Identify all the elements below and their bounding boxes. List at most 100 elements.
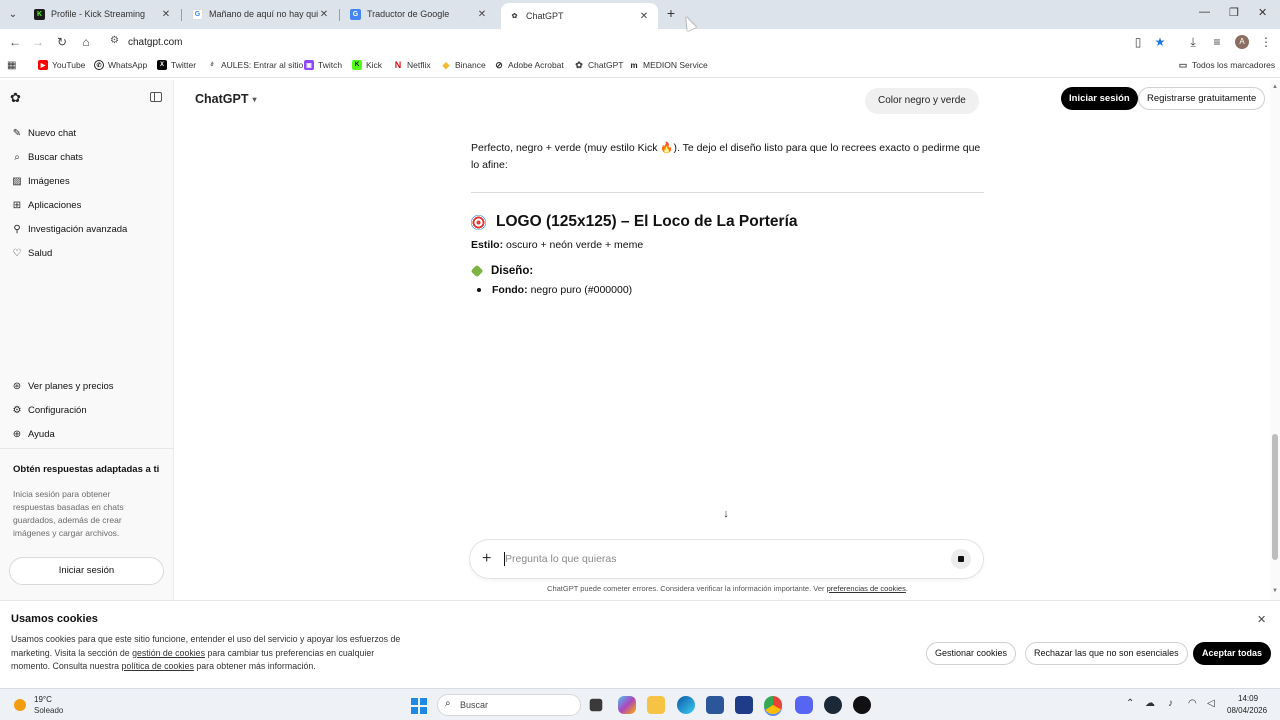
address-bar[interactable]: ⚙ chatgpt.com bbox=[104, 31, 1174, 53]
clock-time[interactable]: 14:09 bbox=[1238, 694, 1258, 703]
weather-condition[interactable]: Soleado bbox=[34, 706, 63, 715]
bookmark-whatsapp[interactable]: ✆ WhatsApp bbox=[94, 60, 147, 70]
register-button[interactable]: Registrarse gratuitamente bbox=[1138, 87, 1266, 110]
sidebar-item-new-chat[interactable]: ✎ Nuevo chat bbox=[11, 125, 76, 141]
maximize-icon[interactable]: ❐ bbox=[1229, 6, 1239, 19]
reload-icon[interactable]: ↻ bbox=[54, 34, 70, 50]
new-tab-button[interactable]: + bbox=[663, 5, 679, 21]
stop-generating-button[interactable] bbox=[951, 549, 971, 569]
tab-close-icon[interactable]: ✕ bbox=[476, 9, 488, 20]
forward-icon[interactable]: → bbox=[30, 34, 46, 50]
store-icon[interactable] bbox=[735, 696, 753, 714]
chrome-icon[interactable] bbox=[764, 696, 782, 714]
bookmark-youtube[interactable]: ▶ YouTube bbox=[38, 60, 85, 70]
login-button[interactable]: Iniciar sesión bbox=[1061, 87, 1138, 110]
bookmark-binance[interactable]: ◆ Binance bbox=[441, 60, 486, 70]
bookmark-kick[interactable]: K Kick bbox=[352, 60, 382, 70]
sidebar-item-apps[interactable]: ⊞ Aplicaciones bbox=[11, 197, 82, 213]
tab-google-search[interactable]: G Mañano de aquí no hay quien ✕ bbox=[184, 3, 338, 25]
volume-icon[interactable]: ◁ bbox=[1207, 698, 1215, 709]
sidebar-item-deep-research[interactable]: ⚲ Investigación avanzada bbox=[11, 221, 127, 237]
sidebar-login-button[interactable]: Iniciar sesión bbox=[9, 557, 164, 585]
bookmark-label: WhatsApp bbox=[108, 60, 148, 70]
sidebar-item-search-chats[interactable]: ⌕ Buscar chats bbox=[11, 149, 83, 165]
tab-chatgpt[interactable]: ✿ ChatGPT ✕ bbox=[501, 3, 658, 29]
bookmark-star-icon[interactable]: ★ bbox=[1152, 34, 1168, 50]
scroll-down-button[interactable]: ↓ bbox=[716, 504, 736, 524]
media-controls-icon[interactable]: ≡ bbox=[1209, 34, 1225, 50]
browser-toolbar: ← → ↻ ⌂ ⚙ chatgpt.com ▯ ★ ⤓ ≡ A ⋮ bbox=[0, 29, 1280, 56]
site-info-icon[interactable]: ⚙ bbox=[110, 35, 119, 46]
chat-title-chip[interactable]: Color negro y verde bbox=[865, 88, 979, 114]
scroll-up-arrow-icon[interactable]: ▲ bbox=[1272, 84, 1278, 90]
sidebar-item-plans[interactable]: ⊛ Ver planes y precios bbox=[11, 378, 114, 394]
sidebar-toggle-icon[interactable] bbox=[150, 92, 162, 102]
bookmark-adobe[interactable]: ⊘ Adobe Acrobat bbox=[494, 60, 564, 70]
sidebar-item-images[interactable]: ▨ Imágenes bbox=[11, 173, 69, 189]
bookmark-netflix[interactable]: N Netflix bbox=[393, 60, 431, 70]
cookie-close-icon[interactable]: ✕ bbox=[1257, 613, 1266, 626]
more-menu-icon[interactable]: ⋮ bbox=[1258, 34, 1274, 50]
profile-avatar[interactable]: A bbox=[1235, 35, 1249, 49]
model-selector[interactable]: ChatGPT ▾ bbox=[195, 92, 257, 106]
page-scrollbar[interactable]: ▲ ▼ bbox=[1270, 80, 1280, 600]
sidebar-item-help[interactable]: ⊕ Ayuda bbox=[11, 426, 55, 442]
sidebar-item-health[interactable]: ♡ Salud bbox=[11, 245, 53, 261]
copilot-icon[interactable] bbox=[618, 696, 636, 714]
taskbar-search[interactable]: ⌕ Buscar bbox=[437, 694, 581, 716]
page-icon[interactable]: ▯ bbox=[1130, 34, 1146, 50]
tab-close-icon[interactable]: ✕ bbox=[318, 9, 330, 20]
calculator-icon[interactable] bbox=[706, 696, 724, 714]
edge-icon[interactable] bbox=[677, 696, 695, 714]
sidebar-item-label: Buscar chats bbox=[28, 151, 83, 163]
task-view-icon[interactable] bbox=[589, 698, 603, 712]
clock-date[interactable]: 08/04/2026 bbox=[1227, 706, 1267, 715]
cookie-management-link[interactable]: gestión de cookies bbox=[132, 648, 205, 658]
minimize-icon[interactable]: — bbox=[1199, 6, 1210, 18]
reject-cookies-button[interactable]: Rechazar las que no son esenciales bbox=[1025, 642, 1188, 665]
cookie-policy-link[interactable]: política de cookies bbox=[122, 661, 194, 671]
aules-icon: ∂ bbox=[207, 60, 217, 70]
microphone-icon[interactable]: ♪ bbox=[1168, 698, 1173, 709]
tab-search-menu-icon[interactable]: ⌄ bbox=[4, 5, 22, 23]
all-bookmarks[interactable]: ▭ Todos los marcadores bbox=[1178, 60, 1275, 70]
discord-icon[interactable] bbox=[795, 696, 813, 714]
accept-cookies-button[interactable]: Aceptar todas bbox=[1193, 642, 1272, 665]
chatgpt-logo-icon[interactable]: ✿ bbox=[10, 90, 26, 106]
bookmark-twitter[interactable]: X Twitter bbox=[157, 60, 196, 70]
sun-icon[interactable] bbox=[14, 699, 26, 711]
weather-temperature[interactable]: 19°C bbox=[34, 695, 52, 704]
apps-grid-icon[interactable]: ▦ bbox=[7, 60, 16, 71]
home-icon[interactable]: ⌂ bbox=[78, 34, 94, 50]
window-close-icon[interactable]: ✕ bbox=[1258, 6, 1267, 19]
app-icon[interactable] bbox=[853, 696, 871, 714]
windows-start-icon[interactable] bbox=[411, 698, 427, 714]
steam-icon[interactable] bbox=[824, 696, 842, 714]
download-icon[interactable]: ⤓ bbox=[1185, 34, 1201, 50]
attach-plus-icon[interactable]: + bbox=[482, 549, 491, 569]
scrollbar-thumb[interactable] bbox=[1272, 434, 1278, 560]
disclaimer-end: . bbox=[905, 584, 908, 593]
bookmark-label: Todos los marcadores bbox=[1192, 60, 1276, 70]
twitch-icon: ▣ bbox=[304, 60, 314, 70]
scroll-down-arrow-icon[interactable]: ▼ bbox=[1272, 588, 1278, 594]
prompt-input[interactable] bbox=[505, 549, 925, 569]
bookmark-aules[interactable]: ∂ AULES: Entrar al sitio bbox=[207, 60, 303, 70]
apps-icon: ⊞ bbox=[12, 199, 22, 211]
bookmark-chatgpt[interactable]: ✿ ChatGPT bbox=[574, 60, 623, 70]
sidebar-item-settings[interactable]: ⚙ Configuración bbox=[11, 402, 87, 418]
bookmark-medion[interactable]: m MEDION Service bbox=[629, 60, 708, 70]
tab-kick[interactable]: K Profile - Kick Streaming ✕ bbox=[26, 3, 180, 25]
tab-close-icon[interactable]: ✕ bbox=[160, 9, 172, 20]
back-icon[interactable]: ← bbox=[7, 34, 23, 50]
cookie-preferences-link[interactable]: preferencias de cookies bbox=[827, 584, 906, 593]
wifi-icon[interactable]: ◠ bbox=[1188, 698, 1197, 709]
tab-close-icon[interactable]: ✕ bbox=[638, 11, 650, 22]
logo-heading-text: LOGO (125x125) – El Loco de La Portería bbox=[496, 213, 798, 230]
tray-network-app-icon[interactable]: ☁ bbox=[1145, 698, 1155, 709]
file-explorer-icon[interactable] bbox=[647, 696, 665, 714]
bookmark-twitch[interactable]: ▣ Twitch bbox=[304, 60, 342, 70]
manage-cookies-button[interactable]: Gestionar cookies bbox=[926, 642, 1017, 665]
tray-chevron-up-icon[interactable]: ⌃ bbox=[1126, 698, 1134, 709]
tab-google-translate[interactable]: G Traductor de Google ✕ bbox=[342, 3, 496, 25]
